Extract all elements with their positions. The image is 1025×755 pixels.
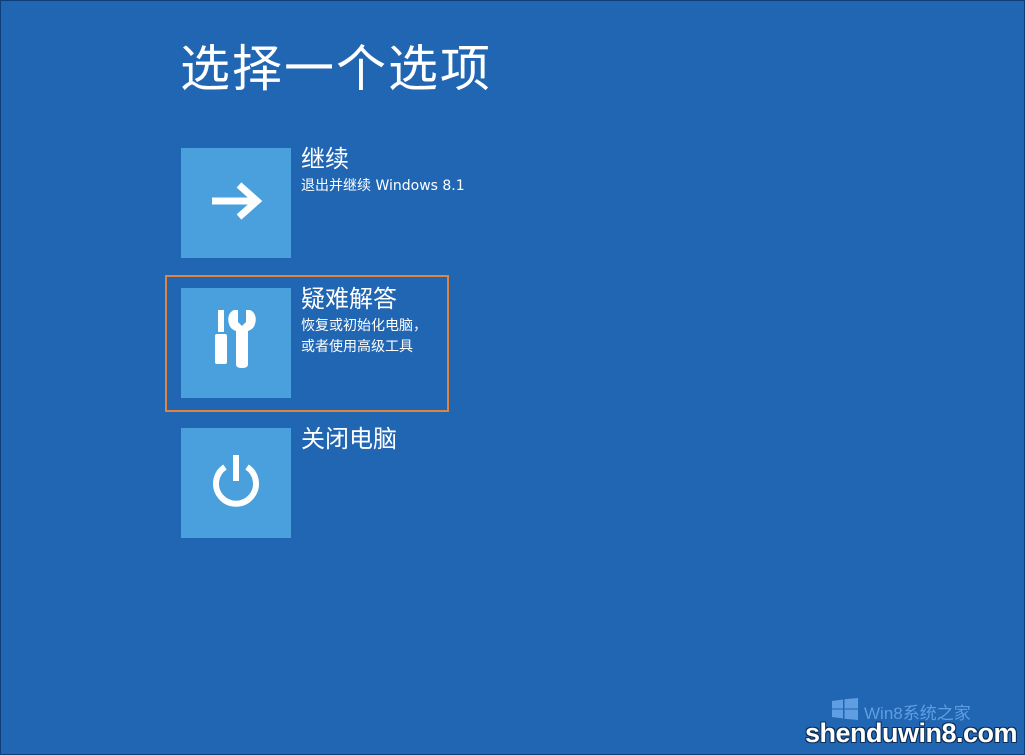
shutdown-tile[interactable] [181,428,291,538]
watermark: Win8系统之家 shenduwin8.com [805,675,1025,755]
recovery-screen: 选择一个选项 继续 退出并继续 Windows 8.1 疑难解答 恢复或初始化电… [0,0,1025,755]
watermark-url: shenduwin8.com [804,718,1018,748]
troubleshoot-text: 疑难解答 恢复或初始化电脑， 或者使用高级工具 [301,283,471,358]
continue-tile[interactable] [181,148,291,258]
continue-title: 继续 [301,145,349,173]
troubleshoot-tile[interactable] [181,288,291,398]
troubleshoot-description-line1: 恢复或初始化电脑， [301,318,427,334]
shutdown-option[interactable]: 关闭电脑 [181,425,461,538]
continue-text: 继续 退出并继续 Windows 8.1 [301,143,471,197]
page-title: 选择一个选项 [180,40,492,98]
power-icon [208,451,264,515]
arrow-right-icon [208,181,264,225]
shutdown-title: 关闭电脑 [301,425,397,453]
continue-option[interactable]: 继续 退出并继续 Windows 8.1 [181,145,465,258]
continue-description: 退出并继续 Windows 8.1 [301,178,465,194]
troubleshoot-description-line2: 或者使用高级工具 [301,339,413,355]
troubleshoot-title: 疑难解答 [301,285,397,313]
troubleshoot-option[interactable]: 疑难解答 恢复或初始化电脑， 或者使用高级工具 [181,285,461,398]
shutdown-text: 关闭电脑 [301,423,471,455]
tools-icon [208,306,264,380]
